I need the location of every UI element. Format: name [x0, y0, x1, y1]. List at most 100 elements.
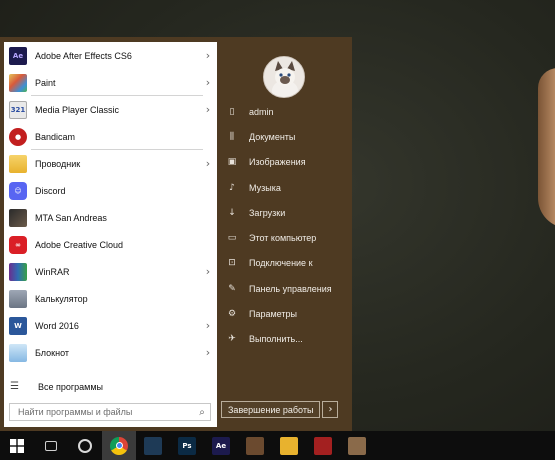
places-item-label: Подключение к	[249, 258, 313, 269]
notepad-icon	[9, 343, 27, 362]
places-item[interactable]: ♪ Музыка	[221, 175, 352, 200]
shutdown-options-button[interactable]: ›	[322, 401, 339, 418]
app-label: MTA San Andreas	[35, 212, 107, 223]
search-icon[interactable]: ⌕	[194, 407, 210, 418]
discord-icon: ☺	[9, 181, 27, 200]
task-view-icon	[45, 440, 57, 451]
submenu-arrow-icon[interactable]: ›	[202, 103, 214, 116]
places-item[interactable]: ⊡ Подключение к	[221, 251, 352, 276]
taskbar-app-button[interactable]	[136, 431, 170, 460]
desktop-wallpaper-figure	[538, 68, 555, 228]
file-explorer-icon	[280, 436, 298, 455]
app-label: Media Player Classic	[35, 104, 120, 115]
start-menu-app-item[interactable]: Калькулятор	[4, 285, 217, 312]
start-menu: Ae Adobe After Effects CS6 › Paint › 321 Media…	[0, 37, 352, 431]
places-item[interactable]: ▯ admin	[221, 99, 352, 124]
computer-icon: ▭	[227, 233, 237, 244]
places-item[interactable]: ✈ Выполнить...	[221, 327, 352, 352]
app-label: Word 2016	[35, 320, 79, 331]
start-button[interactable]	[0, 431, 34, 460]
app-label: WinRAR	[35, 266, 70, 277]
start-search-box[interactable]: ⌕	[9, 403, 211, 421]
chevron-right-icon: ›	[328, 404, 333, 415]
places-item-label: admin	[249, 106, 274, 117]
app-label: Adobe Creative Cloud	[35, 239, 124, 250]
app-label: Discord	[35, 185, 66, 196]
taskbar-app-button[interactable]	[306, 431, 340, 460]
music-icon: ♪	[229, 182, 235, 193]
taskbar-app-button[interactable]	[340, 431, 374, 460]
start-menu-app-item[interactable]: W Word 2016 ›	[4, 312, 217, 339]
taskbar-app-button[interactable]	[272, 431, 306, 460]
start-menu-app-item[interactable]: Проводник ›	[4, 150, 217, 177]
film-strip-icon	[144, 436, 162, 455]
settings-gear-icon: ⚙	[227, 309, 237, 320]
all-programs-button[interactable]: ☰ Все программы	[4, 377, 217, 397]
explorer-icon	[9, 154, 27, 173]
taskbar-app-button[interactable]	[34, 431, 68, 460]
start-menu-app-item[interactable]: Блокнот ›	[4, 339, 217, 366]
places-item[interactable]: ▣ Изображения	[221, 150, 352, 175]
game-icon	[246, 436, 264, 455]
app-label: Блокнот	[35, 347, 70, 358]
places-item-label: Этот компьютер	[249, 233, 317, 244]
obs-icon	[78, 438, 92, 453]
windows-logo-icon	[10, 438, 24, 453]
submenu-arrow-icon[interactable]: ›	[202, 157, 214, 170]
places-item-label: Выполнить...	[249, 334, 303, 345]
calculator-icon	[9, 289, 27, 308]
bandicam-icon: ●	[9, 127, 27, 146]
taskbar-app-button[interactable]: Ps	[170, 431, 204, 460]
start-menu-app-item[interactable]: ☺ Discord	[4, 177, 217, 204]
start-menu-app-item[interactable]: 321 Media Player Classic ›	[4, 96, 217, 123]
places-item[interactable]: ✎ Панель управления	[221, 276, 352, 301]
places-item-label: Панель управления	[249, 283, 332, 294]
all-programs-label: Все программы	[38, 382, 104, 392]
connect-icon: ⊡	[228, 258, 236, 269]
chrome-icon	[110, 436, 128, 455]
app-label: Bandicam	[35, 131, 76, 142]
downloads-icon: ↓	[228, 207, 236, 218]
app-label: Adobe After Effects CS6	[35, 50, 132, 61]
all-programs-icon: ☰	[10, 381, 19, 392]
start-menu-app-item[interactable]: Ae Adobe After Effects CS6 ›	[4, 42, 217, 69]
places-item[interactable]: ↓ Загрузки	[221, 200, 352, 225]
start-menu-app-item[interactable]: ∞ Adobe Creative Cloud	[4, 231, 217, 258]
start-menu-places-panel: ▯ admin ⫼ Документы ▣ Изображения ♪ Музыка ↓ Загр…	[221, 99, 352, 352]
start-menu-app-item[interactable]: ● Bandicam	[4, 123, 217, 150]
documents-icon: ⫼	[229, 131, 235, 142]
start-menu-app-item[interactable]: MTA San Andreas	[4, 204, 217, 231]
taskbar-app-button[interactable]	[238, 431, 272, 460]
user-icon: ▯	[229, 106, 235, 117]
after-effects-icon: Ae	[9, 46, 27, 65]
paint-icon	[9, 73, 27, 92]
taskbar-app-button[interactable]: Ae	[204, 431, 238, 460]
places-item[interactable]: ⚙ Параметры	[221, 301, 352, 326]
start-menu-programs-panel: Ae Adobe After Effects CS6 › Paint › 321 Media…	[4, 42, 217, 427]
places-item-label: Документы	[249, 131, 296, 142]
start-menu-app-item[interactable]: WinRAR ›	[4, 258, 217, 285]
places-item[interactable]: ⫼ Документы	[221, 124, 352, 149]
taskbar-app-button[interactable]	[102, 431, 136, 460]
submenu-arrow-icon[interactable]: ›	[202, 265, 214, 278]
app-label: Калькулятор	[35, 293, 88, 304]
submenu-arrow-icon[interactable]: ›	[202, 319, 214, 332]
places-item-label: Музыка	[249, 182, 281, 193]
cat-avatar-image	[264, 57, 304, 97]
pinned-programs-list: Ae Adobe After Effects CS6 › Paint › 321 Media…	[4, 42, 217, 366]
taskbar-app-button[interactable]	[68, 431, 102, 460]
winrar-icon	[9, 262, 27, 281]
app-label: Проводник	[35, 158, 81, 169]
media-player-classic-icon: 321	[9, 100, 27, 119]
control-panel-icon: ✎	[228, 283, 236, 294]
submenu-arrow-icon[interactable]: ›	[202, 76, 214, 89]
user-avatar[interactable]	[263, 56, 305, 98]
start-menu-app-item[interactable]: Paint ›	[4, 69, 217, 96]
shutdown-button[interactable]: Завершение работы	[221, 401, 321, 418]
photo-app-icon	[348, 436, 366, 455]
submenu-arrow-icon[interactable]: ›	[202, 49, 214, 62]
shutdown-group: Завершение работы ›	[221, 401, 339, 418]
submenu-arrow-icon[interactable]: ›	[202, 346, 214, 359]
search-input[interactable]	[18, 407, 194, 417]
places-item[interactable]: ▭ Этот компьютер	[221, 225, 352, 250]
